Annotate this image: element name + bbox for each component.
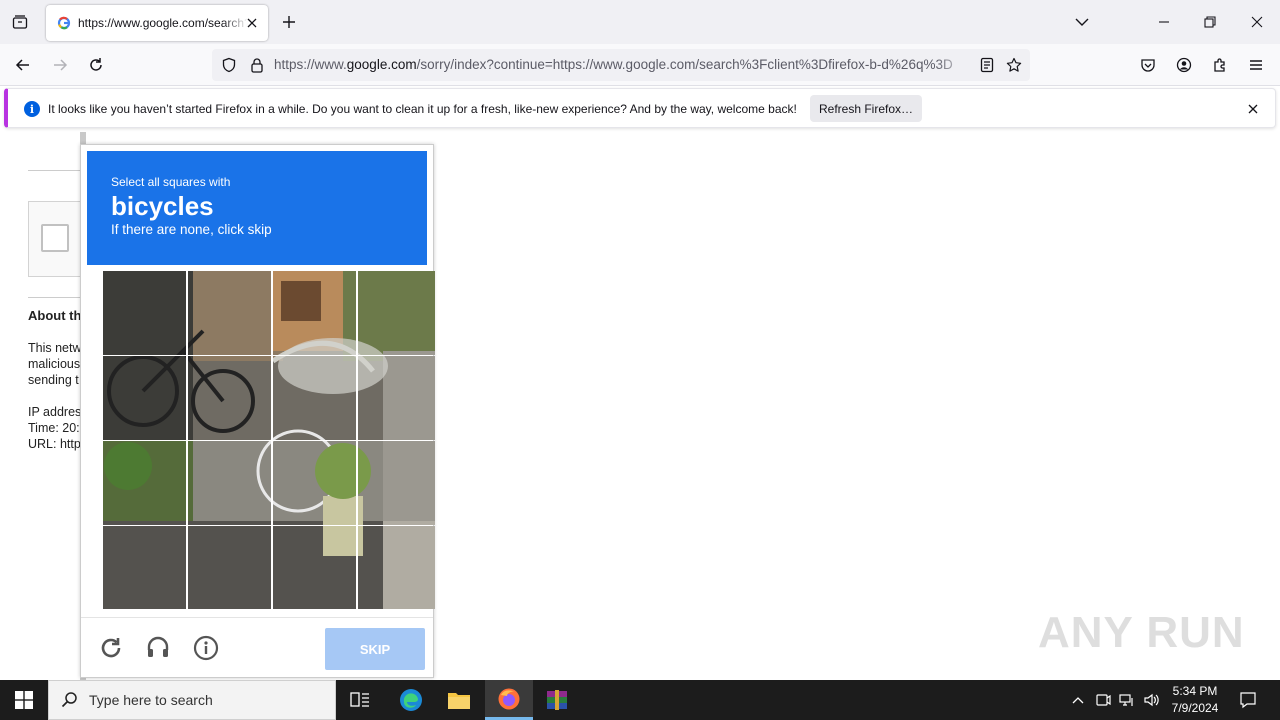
refresh-firefox-notification: i It looks like you haven’t started Fire… bbox=[4, 88, 1276, 128]
windows-taskbar: Type here to search 5:34 PM 7/9/2024 bbox=[0, 680, 1280, 720]
captcha-tile[interactable] bbox=[188, 526, 271, 610]
captcha-tile[interactable] bbox=[358, 526, 441, 610]
winrar-taskbar-button[interactable] bbox=[533, 680, 581, 720]
tab-close-icon[interactable] bbox=[244, 15, 260, 31]
url-bar[interactable]: https://www.google.com/sorry/index?conti… bbox=[212, 49, 1030, 81]
google-favicon-icon bbox=[56, 15, 72, 31]
captcha-tile[interactable] bbox=[188, 441, 271, 525]
instruction-skip-hint: If there are none, click skip bbox=[111, 222, 272, 237]
audio-challenge-icon[interactable] bbox=[144, 634, 172, 662]
puzzle-icon bbox=[1214, 58, 1225, 72]
winrar-archive-icon bbox=[547, 690, 567, 710]
recaptcha-challenge: Select all squares with bicycles If ther… bbox=[80, 144, 435, 678]
new-tab-icon[interactable] bbox=[278, 11, 300, 33]
divider bbox=[28, 297, 88, 298]
task-view-icon bbox=[350, 692, 369, 707]
bookmark-star-icon[interactable] bbox=[1005, 56, 1023, 74]
target-object: bicycles bbox=[111, 191, 214, 221]
active-tab[interactable]: https://www.google.com/search?client=fir… bbox=[46, 5, 268, 41]
clock-time: 5:34 PM bbox=[1172, 684, 1218, 698]
task-view-button[interactable] bbox=[336, 680, 384, 720]
start-button[interactable] bbox=[0, 680, 48, 720]
image-grid bbox=[103, 271, 435, 609]
captcha-tile[interactable] bbox=[358, 441, 441, 525]
arrow-left-icon bbox=[15, 59, 29, 71]
tab-bar: https://www.google.com/search?client=fir… bbox=[0, 0, 1280, 44]
reload-button[interactable] bbox=[83, 52, 109, 78]
recaptcha-widget bbox=[28, 201, 88, 277]
about-heading: About th bbox=[28, 308, 82, 323]
url-text[interactable]: https://www.google.com/sorry/index?conti… bbox=[274, 57, 970, 72]
firefox-view-icon bbox=[12, 15, 28, 29]
tab-title: https://www.google.com/search?client=fir… bbox=[78, 16, 248, 30]
lock-icon[interactable] bbox=[248, 56, 266, 74]
edge-browser-icon bbox=[400, 689, 422, 711]
notifications-icon[interactable] bbox=[1238, 690, 1258, 710]
pocket-button[interactable] bbox=[1135, 52, 1161, 78]
volume-icon[interactable] bbox=[1141, 690, 1161, 710]
windows-logo-icon bbox=[15, 691, 33, 709]
captcha-tile[interactable] bbox=[358, 356, 441, 440]
firefox-view-button[interactable] bbox=[8, 10, 32, 34]
firefox-icon bbox=[498, 688, 520, 709]
info-help-icon[interactable] bbox=[192, 634, 220, 662]
search-icon bbox=[61, 692, 77, 708]
info-paragraph: This netw malicious sending t bbox=[28, 341, 82, 387]
file-explorer-button[interactable] bbox=[435, 680, 483, 720]
captcha-tile[interactable] bbox=[188, 356, 271, 440]
list-all-tabs-icon[interactable] bbox=[1068, 8, 1096, 36]
challenge-footer: SKIP bbox=[81, 617, 433, 677]
captcha-tile[interactable] bbox=[273, 526, 356, 610]
navigation-toolbar: https://www.google.com/sorry/index?conti… bbox=[0, 44, 1280, 86]
taskbar-clock[interactable]: 5:34 PM 7/9/2024 bbox=[1160, 683, 1230, 717]
account-button[interactable] bbox=[1171, 52, 1197, 78]
arrow-right-icon bbox=[54, 59, 68, 71]
captcha-tile[interactable] bbox=[358, 271, 441, 355]
edge-taskbar-button[interactable] bbox=[387, 680, 435, 720]
extensions-button[interactable] bbox=[1207, 52, 1233, 78]
tracking-protection-shield-icon[interactable] bbox=[220, 56, 238, 74]
challenge-header: Select all squares with bicycles If ther… bbox=[87, 151, 427, 265]
refresh-firefox-button[interactable]: Refresh Firefox… bbox=[810, 95, 922, 122]
skip-button[interactable]: SKIP bbox=[325, 628, 425, 670]
clock-date: 7/9/2024 bbox=[1171, 701, 1219, 715]
recaptcha-checkbox[interactable] bbox=[41, 224, 69, 252]
hamburger-menu-icon bbox=[1250, 60, 1262, 70]
captcha-tile[interactable] bbox=[273, 441, 356, 525]
divider bbox=[28, 170, 88, 171]
info-icon: i bbox=[24, 101, 40, 117]
anyrun-watermark: ANY RUN bbox=[1038, 608, 1245, 657]
show-hidden-icons-chevron-icon[interactable] bbox=[1068, 690, 1088, 710]
reload-icon bbox=[90, 58, 102, 71]
back-button[interactable] bbox=[10, 52, 36, 78]
captcha-tile[interactable] bbox=[103, 356, 186, 440]
instruction-line: Select all squares with bbox=[111, 175, 231, 189]
search-placeholder: Type here to search bbox=[89, 692, 213, 708]
taskbar-search-box[interactable]: Type here to search bbox=[48, 680, 336, 720]
meet-now-icon[interactable] bbox=[1093, 690, 1113, 710]
folder-icon bbox=[448, 693, 470, 709]
captcha-tile[interactable] bbox=[188, 271, 271, 355]
close-window-icon[interactable] bbox=[1243, 8, 1271, 36]
reload-challenge-icon[interactable] bbox=[97, 634, 125, 662]
menu-button[interactable] bbox=[1243, 52, 1269, 78]
captcha-tile[interactable] bbox=[273, 356, 356, 440]
pocket-icon bbox=[1141, 59, 1155, 72]
firefox-taskbar-button[interactable] bbox=[485, 680, 533, 720]
reader-view-icon[interactable] bbox=[978, 56, 996, 74]
notification-message: It looks like you haven’t started Firefo… bbox=[48, 102, 797, 116]
captcha-tile[interactable] bbox=[103, 271, 186, 355]
close-notification-icon[interactable] bbox=[1245, 101, 1261, 117]
restore-icon[interactable] bbox=[1196, 8, 1224, 36]
forward-button[interactable] bbox=[47, 52, 73, 78]
minimize-icon[interactable] bbox=[1150, 8, 1178, 36]
account-icon bbox=[1176, 57, 1192, 73]
captcha-tile[interactable] bbox=[103, 441, 186, 525]
captcha-tile[interactable] bbox=[273, 271, 356, 355]
captcha-tile[interactable] bbox=[103, 526, 186, 610]
request-details: IP addres Time: 20: URL: http bbox=[28, 405, 82, 451]
network-icon[interactable] bbox=[1117, 690, 1137, 710]
